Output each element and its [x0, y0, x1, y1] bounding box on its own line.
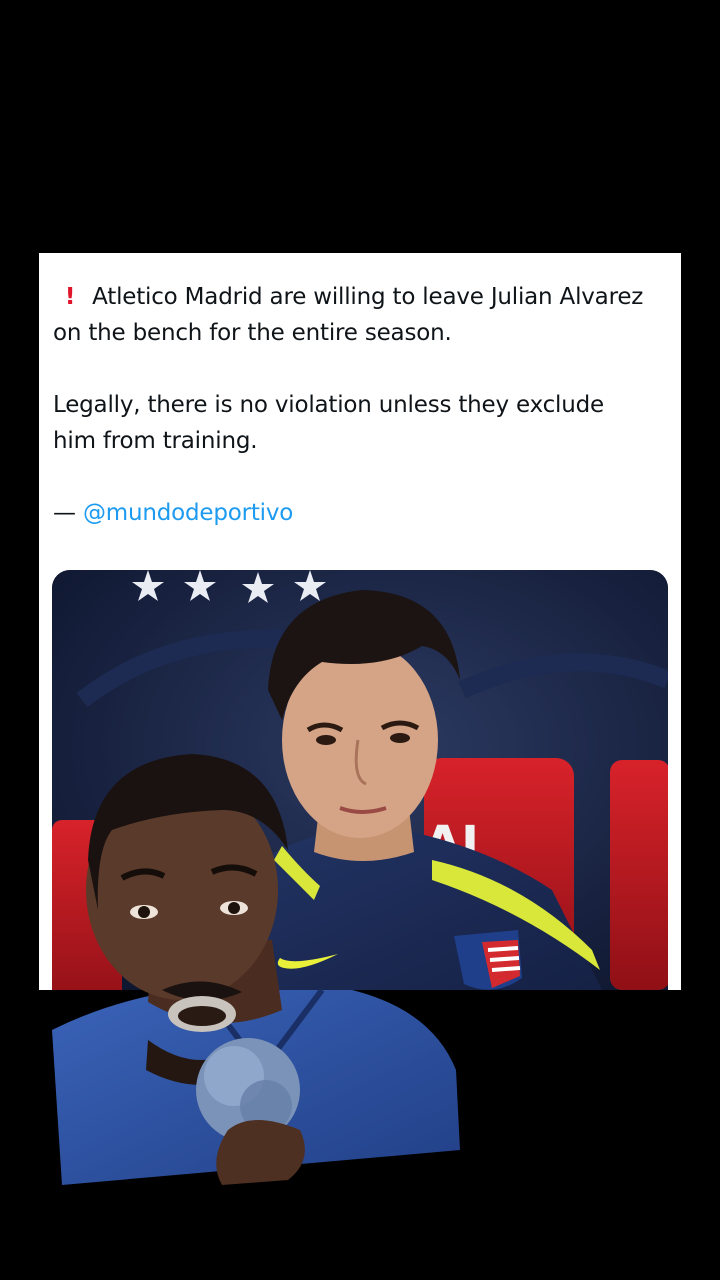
- presenter-hand: [216, 1120, 305, 1185]
- source-mention-link[interactable]: @mundodeportivo: [83, 500, 293, 526]
- tweet-text: ! Atletico Madrid are willing to leave J…: [53, 279, 673, 531]
- tweet-attribution: — @mundodeportivo: [53, 495, 673, 531]
- presenter-illustration: [52, 754, 460, 1185]
- tweet-paragraph-2: Legally, there is no violation unless th…: [53, 387, 673, 459]
- tweet-paragraph-1: ! Atletico Madrid are willing to leave J…: [53, 279, 673, 351]
- tweet-line-1: Atletico Madrid are willing to leave Jul…: [92, 284, 644, 310]
- tweet-line-4: him from training.: [53, 428, 258, 454]
- tweet-line-2: on the bench for the entire season.: [53, 320, 452, 346]
- seat-red-right: [610, 760, 668, 990]
- tweet-line-3: Legally, there is no violation unless th…: [53, 392, 604, 418]
- exclamation-alert-icon: !: [64, 284, 76, 310]
- club-crest-icon: [454, 930, 522, 990]
- webcam-overlay: [52, 740, 462, 1185]
- attribution-dash: —: [53, 500, 76, 526]
